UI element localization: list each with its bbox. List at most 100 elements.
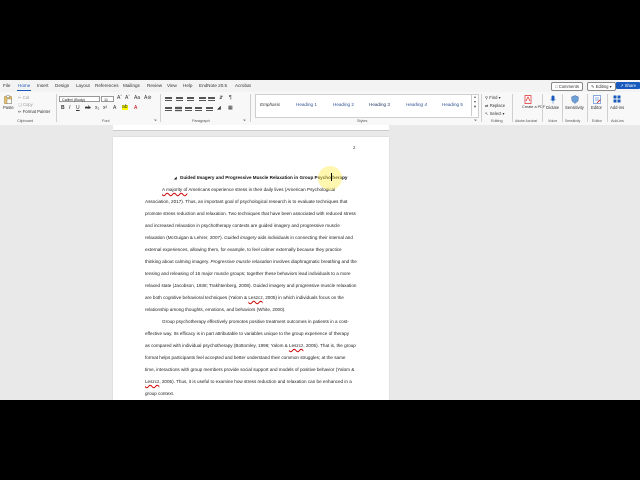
- pencil-icon: ✎: [591, 84, 595, 89]
- tab-home[interactable]: Home: [18, 83, 30, 88]
- divider: [56, 94, 57, 122]
- copy-button[interactable]: ❏ Copy: [18, 102, 33, 107]
- tab-help[interactable]: Help: [183, 83, 192, 88]
- multilevel-list-icon[interactable]: [187, 96, 194, 102]
- superscript-icon[interactable]: x²: [103, 105, 107, 111]
- comments-button[interactable]: □ Comments: [551, 82, 583, 91]
- font-size-select[interactable]: 11: [101, 96, 114, 102]
- select-button[interactable]: ↖ Select ▾: [485, 111, 505, 116]
- add-ins-group-label: Add-ins: [611, 119, 624, 123]
- sensitivity-button[interactable]: Sensitivity: [565, 105, 584, 110]
- style-heading-2[interactable]: Heading 2: [333, 102, 354, 107]
- mouse-highlight: [318, 166, 342, 190]
- paste-icon[interactable]: [4, 95, 12, 104]
- sort-icon[interactable]: ⇵: [219, 95, 223, 101]
- editing-mode-button[interactable]: ✎ Editing ▾: [587, 82, 616, 91]
- find-button[interactable]: ⚲ Find ▾: [485, 95, 501, 100]
- paragraph-line: promote stress reduction and relaxation.…: [145, 211, 356, 216]
- document-page[interactable]: 2 ◢ Guided Imagery and Progressive Muscle…: [113, 137, 389, 400]
- style-heading-5[interactable]: Heading 5: [442, 102, 463, 107]
- paragraph-line: Group psychotherapy effectively promotes…: [162, 319, 349, 324]
- paste-label[interactable]: Paste: [3, 105, 14, 110]
- style-heading-3[interactable]: Heading 3: [369, 102, 390, 107]
- font-color-icon[interactable]: A: [134, 105, 137, 111]
- bold-icon[interactable]: B: [61, 105, 65, 111]
- borders-icon[interactable]: ▦: [228, 105, 233, 111]
- editor-icon[interactable]: [593, 95, 601, 104]
- cut-button[interactable]: ✂ Cut: [18, 95, 29, 100]
- pdf-icon[interactable]: [524, 95, 532, 104]
- previous-page-bottom: [113, 125, 389, 131]
- replace-button[interactable]: ⇄ Replace: [485, 103, 505, 108]
- align-center-icon[interactable]: [175, 106, 182, 112]
- text-effects-icon[interactable]: A: [113, 105, 116, 111]
- brush-icon: ✏: [18, 109, 22, 114]
- editor-button[interactable]: Editor: [591, 105, 602, 110]
- shield-icon[interactable]: [571, 95, 579, 104]
- styles-dialog-launcher-icon[interactable]: ⇲: [474, 118, 477, 122]
- subscript-icon[interactable]: x₂: [95, 105, 99, 111]
- shrink-font-icon[interactable]: Aˇ: [125, 95, 130, 101]
- editor-group-label: Editor: [592, 119, 602, 123]
- tab-view[interactable]: View: [167, 83, 177, 88]
- paragraph-line: relationship among thoughts, emotions, a…: [145, 307, 286, 312]
- paragraph-line: effective way. Its efficacy is in part a…: [145, 331, 350, 336]
- style-emphasis[interactable]: Emphasis: [260, 102, 280, 107]
- styles-group-label: Styles: [357, 119, 368, 123]
- font-name-select[interactable]: Calibri (Body): [59, 96, 100, 102]
- divider: [481, 94, 482, 122]
- paragraph-line: time, interactions with group members pr…: [145, 367, 355, 372]
- paragraph-line: and increased relaxation in psychotherap…: [145, 223, 340, 228]
- paragraph-dialog-launcher-icon[interactable]: ⇲: [243, 118, 246, 122]
- change-case-icon[interactable]: Aa: [134, 95, 140, 101]
- shading-icon[interactable]: ◢: [217, 105, 221, 111]
- grow-font-icon[interactable]: Aˆ: [117, 95, 122, 101]
- copy-icon: ❏: [18, 102, 22, 107]
- microphone-icon[interactable]: [549, 95, 557, 104]
- collapse-arrow-icon[interactable]: ◢: [174, 176, 177, 180]
- tab-acrobat[interactable]: Acrobat: [235, 83, 251, 88]
- numbering-icon[interactable]: [176, 96, 183, 102]
- paragraph-line: group context.: [145, 391, 175, 396]
- line-spacing-icon[interactable]: [206, 106, 213, 112]
- add-ins-icon[interactable]: [613, 95, 621, 104]
- style-heading-4[interactable]: Heading 4: [406, 102, 427, 107]
- replace-icon: ⇄: [485, 103, 489, 108]
- tab-file[interactable]: File: [3, 83, 10, 88]
- align-right-icon[interactable]: [185, 106, 192, 112]
- tab-layout[interactable]: Layout: [76, 83, 90, 88]
- tab-review[interactable]: Review: [147, 83, 162, 88]
- format-painter-button[interactable]: ✏ Format Painter: [18, 109, 50, 114]
- font-dialog-launcher-icon[interactable]: ⇲: [154, 118, 157, 122]
- styles-scroll[interactable]: ▴ ▾ ▼: [471, 94, 478, 116]
- underline-icon[interactable]: U: [76, 105, 80, 111]
- add-ins-button[interactable]: Add-ins: [610, 105, 624, 110]
- align-left-icon[interactable]: [165, 106, 172, 112]
- paragraph-1[interactable]: A majority of Americans experience stres…: [145, 184, 357, 316]
- increase-indent-icon[interactable]: [208, 96, 215, 102]
- dictate-button[interactable]: Dictate: [546, 105, 559, 110]
- italic-icon[interactable]: I: [69, 105, 70, 111]
- tab-references[interactable]: References: [95, 83, 119, 88]
- tab-insert[interactable]: Insert: [37, 83, 49, 88]
- divider: [562, 94, 563, 122]
- bullets-icon[interactable]: [165, 96, 172, 102]
- highlight-icon[interactable]: ab: [122, 105, 128, 110]
- divider: [587, 94, 588, 122]
- strikethrough-icon[interactable]: ab: [85, 105, 91, 111]
- chevron-down-icon: ▾: [609, 84, 612, 89]
- share-button[interactable]: ↗ Share: [616, 82, 640, 89]
- justify-icon[interactable]: [195, 106, 202, 112]
- clear-formatting-icon[interactable]: A⊘: [144, 95, 152, 101]
- sensitivity-group-label: Sensitivity: [565, 119, 581, 123]
- tab-mailings[interactable]: Mailings: [123, 83, 140, 88]
- tab-endnote[interactable]: EndNote 20.5: [199, 83, 227, 88]
- divider: [160, 94, 161, 122]
- pilcrow-icon[interactable]: ¶: [229, 95, 232, 101]
- paragraph-line: format helps participants feel accepted …: [145, 355, 346, 360]
- text-cursor-icon: [331, 173, 332, 181]
- style-heading-1[interactable]: Heading 1: [296, 102, 317, 107]
- decrease-indent-icon[interactable]: [199, 96, 206, 102]
- tab-design[interactable]: Design: [55, 83, 69, 88]
- paragraph-2[interactable]: Group psychotherapy effectively promotes…: [145, 316, 357, 400]
